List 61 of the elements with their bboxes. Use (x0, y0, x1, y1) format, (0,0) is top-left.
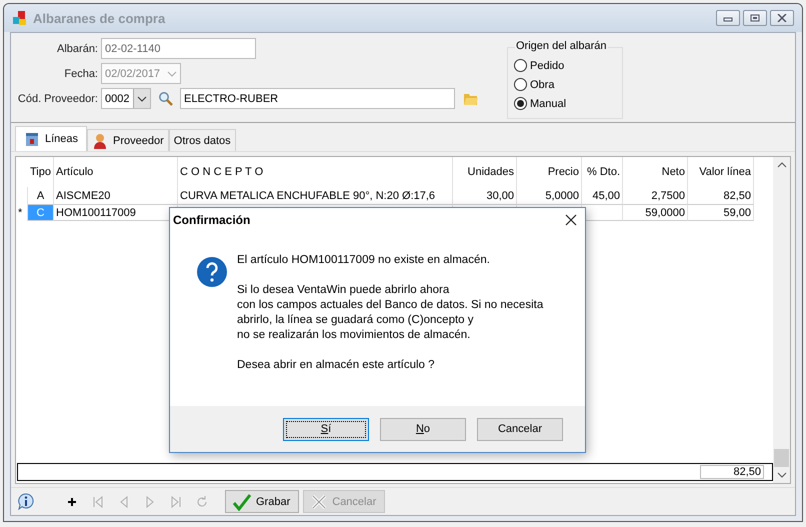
question-icon (196, 256, 228, 288)
chevron-down-icon (167, 70, 177, 76)
table-cell: 59,0000 (623, 204, 688, 221)
field-label: Fecha: (63, 68, 99, 80)
scrollbar-thumb[interactable] (774, 449, 789, 467)
chevron-down-icon (137, 96, 147, 102)
person-icon (92, 132, 108, 148)
restore-button[interactable] (743, 10, 767, 26)
column-header[interactable]: Valor línea (688, 157, 754, 187)
dialog-button[interactable]: Sí (283, 418, 369, 440)
input-field[interactable]: 02-02-1140 (101, 38, 256, 59)
app-logo-icon (12, 10, 28, 26)
checkmark-icon (232, 492, 252, 510)
radio-option[interactable]: Obra (514, 75, 622, 94)
dialog-button[interactable]: No (380, 418, 466, 440)
minimize-button[interactable] (716, 10, 740, 26)
column-header[interactable]: Neto (623, 157, 688, 187)
field-label: Cód. Proveedor: (16, 92, 99, 104)
window-title: Albaranes de compra (33, 10, 166, 26)
dialog-message: Desea abrir en almacén este artículo ? (237, 358, 436, 373)
table-cell: 45,00 (582, 187, 623, 204)
table-cell: 82,50 (688, 187, 754, 204)
column-header[interactable]: C O N C E P T O (178, 157, 453, 187)
dialog-message: El artículo HOM100117009 no existe en almacén. (237, 253, 491, 268)
row-marker: * (18, 206, 22, 218)
table-cell: CURVA METALICA ENCHUFABLE 90°, N:20 Ø:17,6 (178, 187, 453, 204)
dialog-button[interactable]: Cancelar (477, 418, 563, 440)
column-header[interactable]: Unidades (453, 157, 517, 187)
column-header[interactable]: Tipo (28, 157, 54, 187)
total-value: 82,50 (700, 465, 764, 479)
column-header[interactable]: Artículo (54, 157, 178, 187)
info-icon[interactable] (17, 492, 35, 510)
close-button[interactable] (770, 10, 794, 26)
table-cell: 59,00 (688, 204, 754, 221)
close-icon[interactable] (565, 214, 577, 226)
table-cell: C (28, 204, 54, 221)
supplier-code-dropdown[interactable]: 0002 (101, 88, 151, 109)
table-cell: AISCME20 (54, 187, 178, 204)
scroll-down-icon[interactable] (776, 471, 786, 479)
cross-icon (310, 492, 328, 510)
table-cell: 30,00 (453, 187, 517, 204)
table-cell: 2,7500 (623, 187, 688, 204)
document-icon (24, 131, 40, 147)
column-header[interactable]: Precio (517, 157, 582, 187)
close-icon (777, 14, 787, 22)
tab[interactable]: Proveedor (87, 129, 169, 151)
vertical-scrollbar[interactable] (773, 157, 790, 483)
table-cell: 5,0000 (517, 187, 582, 204)
radio-option[interactable]: Manual (514, 94, 622, 113)
save-button[interactable]: Grabar (225, 490, 300, 513)
dialog-message: Si lo desea VentaWin puede abrirlo ahora con los campos actuales del Banco de datos. Si no necesita abrirlo, la línea se guadará como (C)oncepto y no se realizarán los movimientos de almacén. (237, 283, 544, 343)
field-label: Albarán: (56, 42, 99, 54)
search-icon[interactable] (158, 90, 174, 106)
supplier-name-field[interactable]: ELECTRO-RUBER (180, 88, 455, 109)
radio-option[interactable]: Pedido (514, 56, 622, 75)
tab[interactable]: Otros datos (168, 129, 236, 151)
restore-icon (750, 14, 760, 22)
scroll-up-icon[interactable] (776, 161, 786, 169)
group-title: Origen del albarán (515, 40, 608, 52)
column-header[interactable]: % Dto. (582, 157, 623, 187)
tab[interactable]: Líneas (15, 126, 88, 151)
